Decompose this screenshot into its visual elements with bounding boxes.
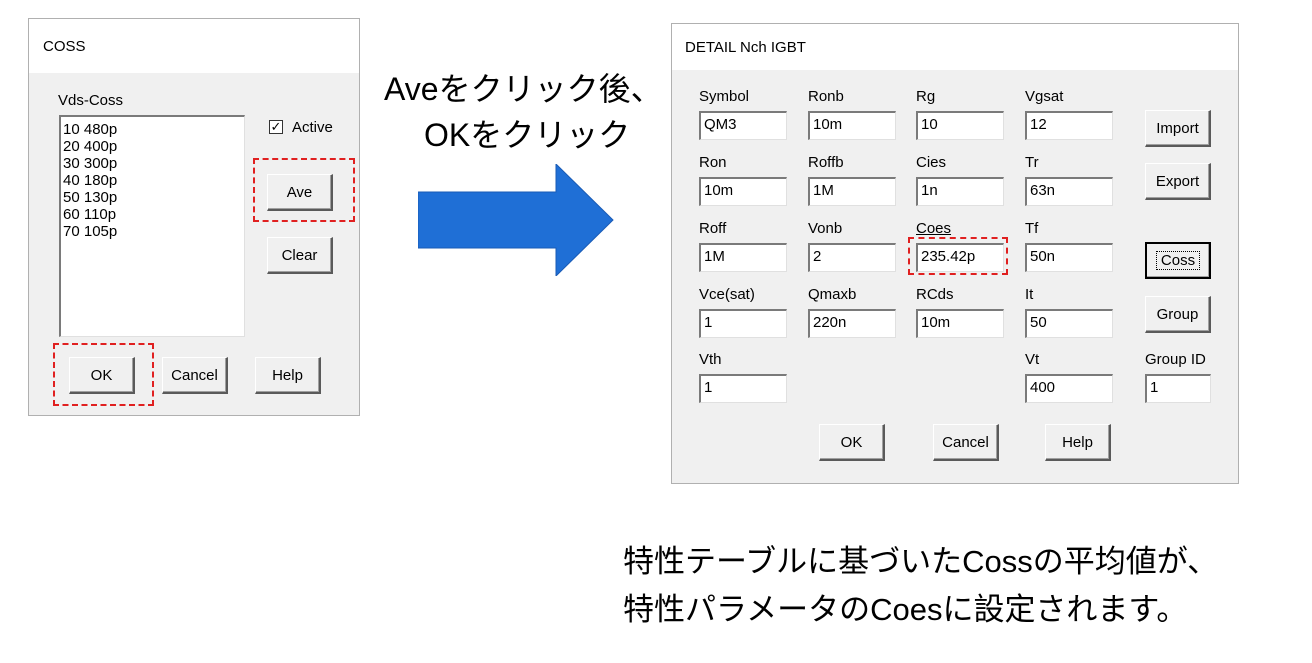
list-item[interactable]: 70 105p — [63, 223, 244, 240]
vth-label: Vth — [699, 351, 722, 368]
export-button-label: Export — [1155, 172, 1200, 190]
it-label: It — [1025, 286, 1034, 303]
detail-dialog-titlebar: DETAIL Nch IGBT — [672, 24, 1238, 70]
vds-coss-list[interactable]: 10 480p 20 400p 30 300p 40 180p 50 130p … — [59, 115, 245, 337]
ron-label: Ron — [699, 154, 727, 171]
list-item[interactable]: 20 400p — [63, 138, 244, 155]
detail-help-button[interactable]: Help — [1045, 424, 1111, 461]
tf-label: Tf — [1025, 220, 1039, 237]
list-item[interactable]: 50 130p — [63, 189, 244, 206]
coes-label: Coes — [916, 220, 952, 237]
vt-field[interactable]: 400 — [1025, 374, 1113, 403]
cancel-button-label: Cancel — [171, 366, 218, 384]
list-item[interactable]: 60 110p — [63, 206, 244, 223]
vgsat-label: Vgsat — [1025, 88, 1064, 105]
clear-button[interactable]: Clear — [267, 237, 333, 274]
help-button[interactable]: Help — [255, 357, 321, 394]
group-button[interactable]: Group — [1145, 296, 1211, 333]
caption-line2: 特性パラメータのCoesに設定されます。 — [623, 592, 1188, 627]
tf-field[interactable]: 50n — [1025, 243, 1113, 272]
group-button-label: Group — [1156, 305, 1199, 323]
vds-coss-label: Vds-Coss — [58, 92, 124, 109]
rcds-field[interactable]: 10m — [916, 309, 1004, 338]
instruction-line1: Aveをクリック後、 — [384, 71, 663, 107]
cancel-button[interactable]: Cancel — [162, 357, 228, 394]
detail-ok-button[interactable]: OK — [819, 424, 885, 461]
tr-label: Tr — [1025, 154, 1039, 171]
ronb-label: Ronb — [808, 88, 844, 105]
tr-field[interactable]: 63n — [1025, 177, 1113, 206]
help-button-label: Help — [272, 366, 303, 384]
symbol-label: Symbol — [699, 88, 750, 105]
instruction-line2: OKをクリック — [424, 117, 631, 153]
ronb-field[interactable]: 10m — [808, 111, 896, 140]
cies-label: Cies — [916, 154, 947, 171]
coss-button-label: Coss — [1155, 251, 1201, 270]
vgsat-field[interactable]: 12 — [1025, 111, 1113, 140]
vth-field[interactable]: 1 — [699, 374, 787, 403]
vonb-field[interactable]: 2 — [808, 243, 896, 272]
detail-ok-button-label: OK — [840, 433, 863, 451]
detail-cancel-button-label: Cancel — [942, 433, 989, 451]
active-checkbox-label[interactable]: Active — [292, 119, 333, 136]
vt-label: Vt — [1025, 351, 1040, 368]
cies-field[interactable]: 1n — [916, 177, 1004, 206]
ok-highlight — [53, 343, 154, 406]
list-item[interactable]: 40 180p — [63, 172, 244, 189]
rg-label: Rg — [916, 88, 936, 105]
vce-sat-field[interactable]: 1 — [699, 309, 787, 338]
right-arrow-icon — [418, 164, 614, 276]
roffb-label: Roffb — [808, 154, 844, 171]
detail-cancel-button[interactable]: Cancel — [933, 424, 999, 461]
ron-field[interactable]: 10m — [699, 177, 787, 206]
roff-field[interactable]: 1M — [699, 243, 787, 272]
coes-highlight — [908, 237, 1008, 275]
coss-button[interactable]: Coss — [1145, 242, 1211, 279]
group-id-field[interactable]: 1 — [1145, 374, 1211, 403]
qmaxb-label: Qmaxb — [808, 286, 857, 303]
list-item[interactable]: 10 480p — [63, 121, 244, 138]
clear-button-label: Clear — [281, 246, 318, 264]
it-field[interactable]: 50 — [1025, 309, 1113, 338]
rcds-label: RCds — [916, 286, 954, 303]
vce-sat-label: Vce(sat) — [699, 286, 755, 303]
import-button-label: Import — [1156, 119, 1199, 137]
import-button[interactable]: Import — [1145, 110, 1211, 147]
ave-highlight — [253, 158, 355, 222]
roffb-field[interactable]: 1M — [808, 177, 896, 206]
group-id-label: Group ID — [1145, 351, 1206, 368]
vonb-label: Vonb — [808, 220, 843, 237]
symbol-field[interactable]: QM3 — [699, 111, 787, 140]
coss-dialog-title: COSS — [43, 38, 86, 55]
coss-dialog-titlebar: COSS — [29, 19, 359, 73]
export-button[interactable]: Export — [1145, 163, 1211, 200]
detail-help-button-label: Help — [1062, 433, 1093, 451]
active-checkbox[interactable]: ✓ — [269, 120, 283, 134]
roff-label: Roff — [699, 220, 727, 237]
detail-dialog-title: DETAIL Nch IGBT — [685, 39, 806, 56]
list-item[interactable]: 30 300p — [63, 155, 244, 172]
qmaxb-field[interactable]: 220n — [808, 309, 896, 338]
caption-line1: 特性テーブルに基づいたCossの平均値が、 — [623, 544, 1219, 579]
rg-field[interactable]: 10 — [916, 111, 1004, 140]
